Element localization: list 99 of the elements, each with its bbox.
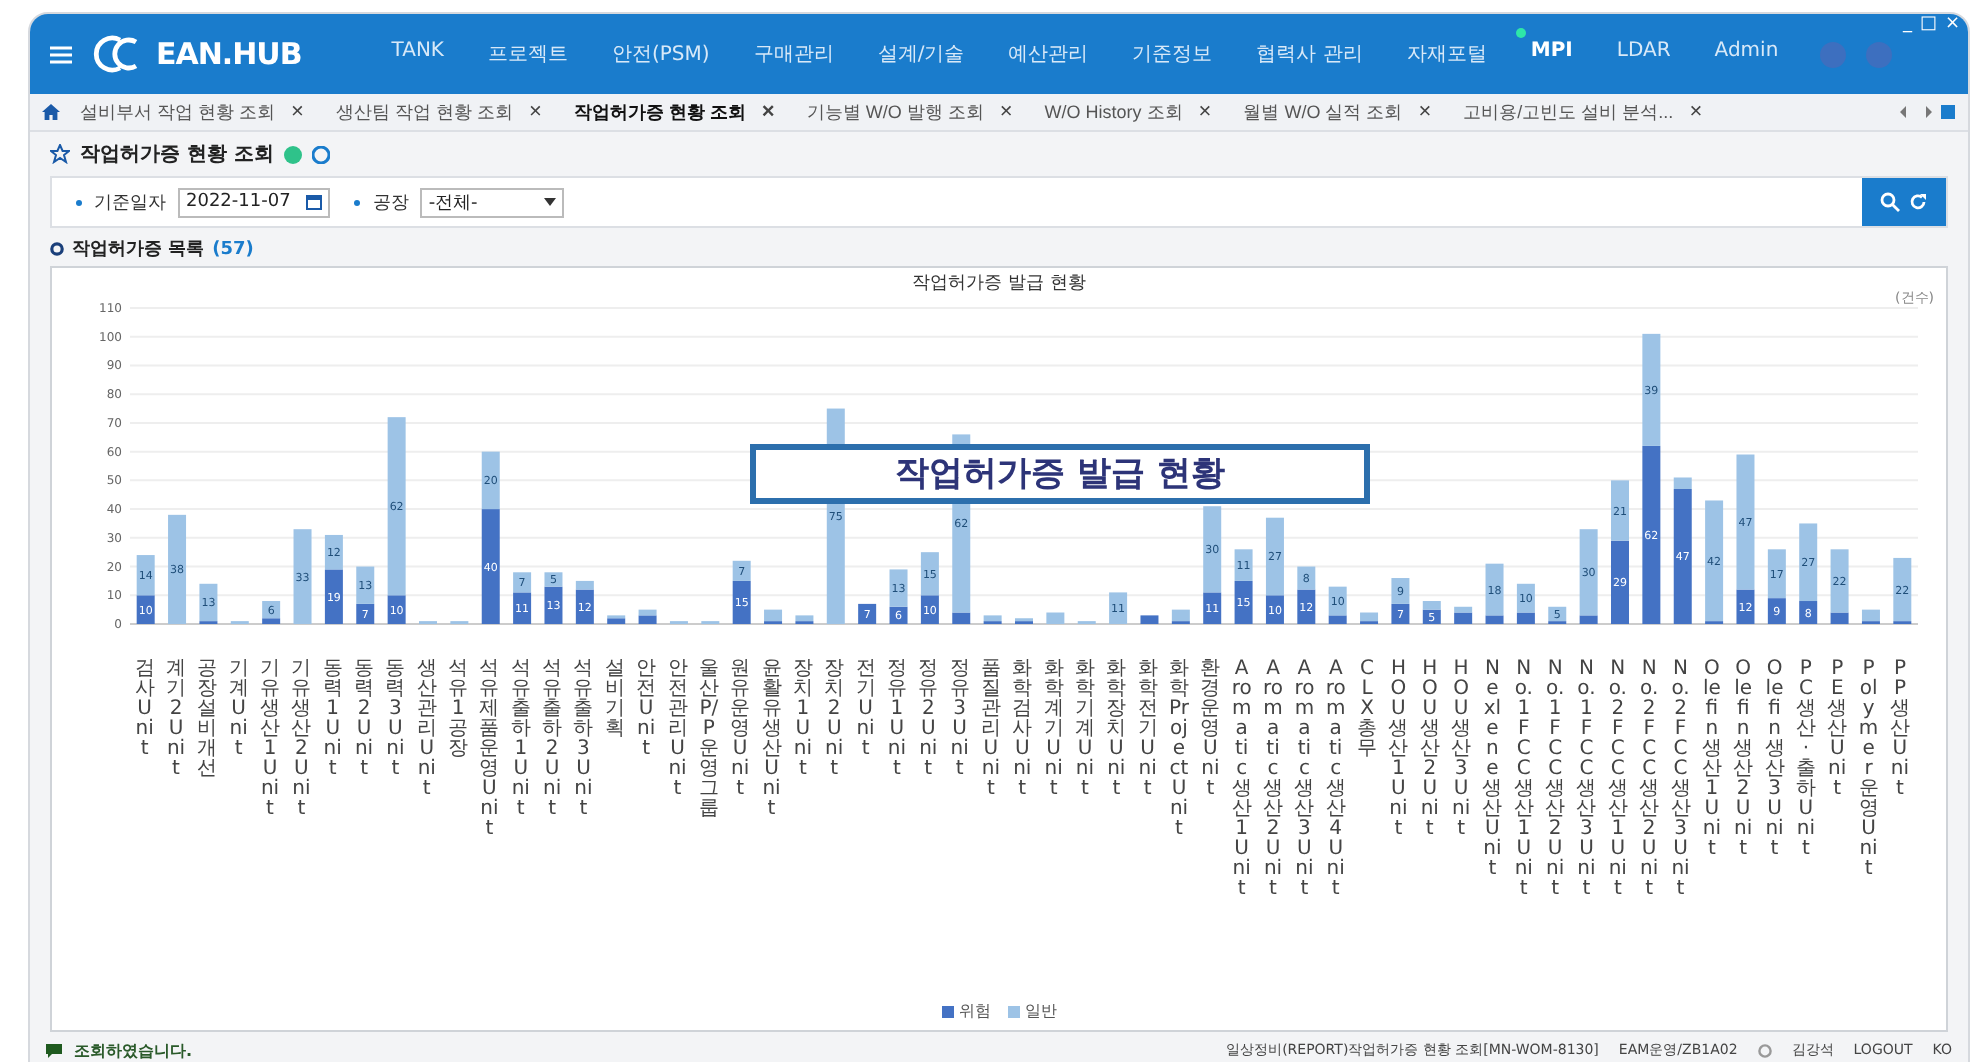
menu-item[interactable]: 기준정보 xyxy=(1110,40,1235,68)
axis-label: Aromatic생산4 Unit xyxy=(1325,660,1346,900)
axis-label: 안전 Unit xyxy=(636,660,657,764)
axis-label: 정유1 Unit xyxy=(886,660,907,784)
window-control[interactable]: × xyxy=(1944,14,1960,34)
menu-item[interactable]: LDAR xyxy=(1594,40,1693,68)
menu-item[interactable]: 구매관리 xyxy=(731,40,856,68)
close-icon[interactable]: × xyxy=(1418,100,1432,124)
page-title: 작업허가증 현황 조회 xyxy=(80,142,274,168)
legend-label: 일반 xyxy=(1025,1000,1057,1022)
axis-label: 윤활유생산 Unit xyxy=(761,660,782,824)
axis-label: 석유제품운영 Unit xyxy=(479,660,500,844)
axis-label: 화학전기 Unit xyxy=(1137,660,1158,804)
axis-label: 기유생산2 Unit xyxy=(291,660,312,824)
axis-label: Aromatic생산2 Unit xyxy=(1263,660,1284,900)
status-message: 조회하였습니다. xyxy=(74,1039,193,1061)
tab[interactable]: 생산팀 작업 현황 조회 × xyxy=(323,99,554,125)
axis-label: 기유생산1 Unit xyxy=(260,660,281,824)
axis-label: CLX총무 xyxy=(1357,660,1378,764)
axis-label: HOU생산2 Unit xyxy=(1419,660,1440,844)
axis-label: Nexlene생산 Unit xyxy=(1482,660,1503,884)
axis-label: 화학기계 Unit xyxy=(1074,660,1095,804)
axis-label: 동력1 Unit xyxy=(322,660,343,784)
menu-item[interactable]: 설계/기술 xyxy=(855,40,987,68)
date-field[interactable]: 2022-11-07 xyxy=(178,187,331,217)
tab[interactable]: W/O History 조회 × xyxy=(1032,99,1224,125)
tab[interactable]: 작업허가증 현황 조회 × xyxy=(561,99,787,125)
axis-label: 정유2 Unit xyxy=(918,660,939,784)
axis-label: Aromatic생산3 Unit xyxy=(1294,660,1315,900)
menu-item[interactable]: Admin xyxy=(1692,40,1801,68)
close-icon[interactable]: × xyxy=(1198,100,1212,124)
axis-label: 계기2 Unit xyxy=(166,660,186,784)
axis-label: 생산관리 Unit xyxy=(416,660,437,804)
axis-label: 환경운영 Unit xyxy=(1200,660,1221,804)
menu-item[interactable]: 안전(PSM) xyxy=(590,40,732,68)
axis-label: Olefin생산3 Unit xyxy=(1764,660,1785,864)
axis-label: 석유출하3 Unit xyxy=(573,660,594,824)
logo-text: EAN.HUB xyxy=(156,36,302,72)
axis-label: 설비기획 xyxy=(604,660,625,744)
close-icon[interactable]: × xyxy=(291,100,304,124)
axis-label: PP생산 Unit xyxy=(1889,660,1910,804)
axis-label: PC생산·출하 Unit xyxy=(1795,660,1816,864)
axis-label: No.2 FCC생산1 Unit xyxy=(1607,660,1628,900)
axis-label: Olefin생산1 Unit xyxy=(1701,660,1722,864)
axis-label: 원유운영 Unit xyxy=(730,660,751,804)
close-icon[interactable]: × xyxy=(999,100,1013,124)
close-icon[interactable]: × xyxy=(761,100,775,124)
close-icon[interactable]: × xyxy=(528,100,542,124)
axis-label: 장치1 Unit xyxy=(792,660,813,784)
tab[interactable]: 기능별 W/O 발행 조회 × xyxy=(794,99,1025,125)
axis-label: 화학Project Unit xyxy=(1169,660,1189,844)
tab[interactable]: 월별 W/O 실적 조회 × xyxy=(1231,99,1444,125)
axis-label: 품질관리 Unit xyxy=(980,660,1001,804)
axis-label: Polymer운영 Unit xyxy=(1858,660,1879,884)
axis-label: No.2 FCC생산3 Unit xyxy=(1670,660,1691,900)
axis-label: 검사 Unit xyxy=(134,660,155,764)
axis-label: 동력3 Unit xyxy=(385,660,406,784)
axis-label: No.1 FCC생산2 Unit xyxy=(1545,660,1566,900)
axis-label: 화학검사 Unit xyxy=(1012,660,1033,804)
axis-label: HOU생산1 Unit xyxy=(1388,660,1409,844)
close-icon[interactable]: × xyxy=(1689,100,1703,124)
axis-label: PE생산 Unit xyxy=(1827,660,1848,804)
axis-label: 안전관리 Unit xyxy=(667,660,688,804)
axis-label: Olefin생산2 Unit xyxy=(1733,660,1754,864)
menu-item[interactable]: 예산관리 xyxy=(986,40,1111,68)
plant-dropdown[interactable]: -전체- xyxy=(420,187,565,217)
chart-callout: 작업허가증 발급 현황 xyxy=(749,444,1371,504)
window-control[interactable]: □ xyxy=(1919,14,1937,34)
chart-title: 작업허가증 발급 현황 xyxy=(912,272,1086,296)
axis-label: No.1 FCC생산3 Unit xyxy=(1576,660,1597,900)
legend-label: 위험 xyxy=(959,1000,991,1022)
axis-label: 석유1공장 xyxy=(448,660,469,764)
menu-item[interactable]: 자재포털 xyxy=(1384,40,1509,68)
window-control[interactable]: _ xyxy=(1902,14,1912,34)
menu-item[interactable]: 협력사 관리 xyxy=(1234,40,1385,68)
axis-label: 석유출하1 Unit xyxy=(510,660,531,824)
plant-label: 공장 xyxy=(372,191,409,215)
list-title: 작업허가증 목록 xyxy=(72,238,205,262)
axis-label: No.1 FCC생산1 Unit xyxy=(1513,660,1534,900)
axis-label: 기계 Unit xyxy=(228,660,249,764)
axis-label: 전기 Unit xyxy=(855,660,876,764)
axis-label: 공장설비개선 xyxy=(197,660,218,784)
list-count: (57) xyxy=(212,239,254,259)
axis-label: 동력2 Unit xyxy=(354,660,375,784)
menu-item[interactable]: TANK xyxy=(369,40,466,68)
menu-item[interactable]: 프로젝트 xyxy=(466,40,590,68)
axis-label: 석유출하2 Unit xyxy=(542,660,563,824)
axis-label: 화학계기 Unit xyxy=(1043,660,1064,804)
axis-label: 화학장치 Unit xyxy=(1106,660,1127,804)
axis-label: 장치2 Unit xyxy=(824,660,845,784)
tab[interactable]: 설비부서 작업 현황 조회 × xyxy=(68,99,316,125)
axis-label: No.2 FCC생산2 Unit xyxy=(1639,660,1660,900)
menu-item[interactable]: MPI xyxy=(1508,40,1595,68)
axis-label: 울산 P/P 운영그룹 xyxy=(698,660,719,824)
tab[interactable]: 고비용/고빈도 설비 분석... × xyxy=(1451,99,1715,125)
axis-label: HOU생산3 Unit xyxy=(1451,660,1472,844)
axis-label: 정유3 Unit xyxy=(949,660,970,784)
axis-label: Aromatic생산1 Unit xyxy=(1231,660,1252,900)
date-label: 기준일자 xyxy=(94,191,166,215)
